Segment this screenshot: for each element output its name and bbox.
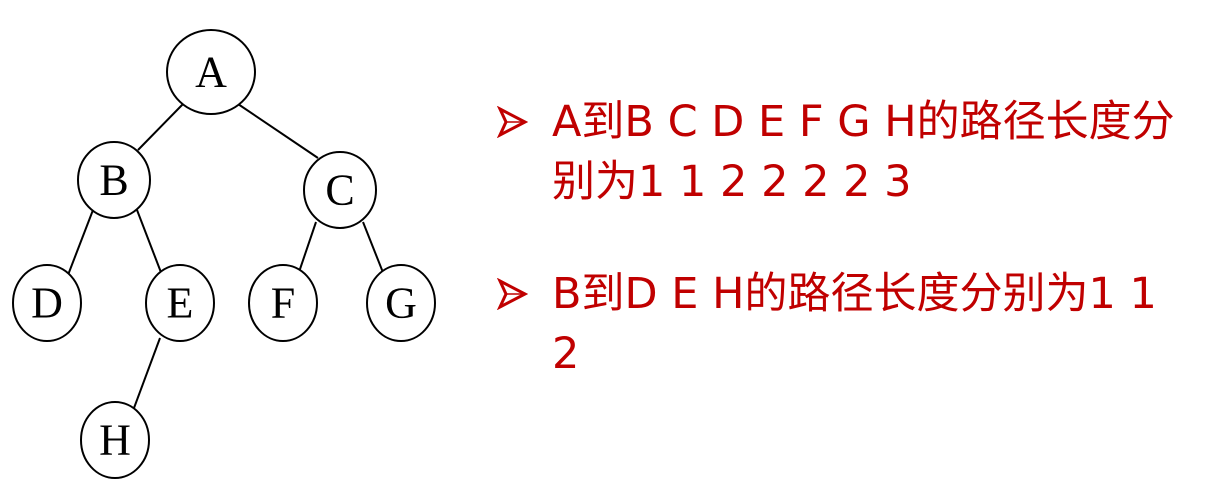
tree-node-C: C: [303, 151, 377, 229]
edge-B-D: [67, 209, 94, 276]
edge-A-C: [237, 103, 319, 159]
node-label-B: B: [99, 156, 128, 205]
arrowhead-bullet-icon: [496, 92, 552, 152]
tree-node-A: A: [166, 29, 256, 115]
edge-E-H: [133, 337, 161, 409]
edge-B-E: [136, 209, 163, 276]
edge-C-F: [297, 221, 317, 276]
node-label-F: F: [271, 279, 295, 328]
tree-node-H: H: [80, 401, 150, 479]
tree-node-G: G: [366, 264, 436, 342]
bullet-item-b-paths: B到D E H的路径长度分别为1 1 2: [496, 264, 1196, 384]
node-label-D: D: [31, 279, 63, 328]
node-label-H: H: [99, 416, 131, 465]
tree-node-D: D: [12, 264, 82, 342]
edge-C-G: [362, 221, 385, 276]
node-label-E: E: [167, 279, 194, 328]
edge-A-B: [137, 103, 184, 151]
bullet-item-a-paths: A到B C D E F G H的路径长度分别为1 1 2 2 2 2 3: [496, 92, 1196, 212]
tree-node-F: F: [248, 264, 318, 342]
node-label-A: A: [195, 48, 227, 97]
arrowhead-bullet-icon: [496, 264, 552, 324]
node-label-G: G: [385, 279, 417, 328]
tree-node-E: E: [145, 264, 215, 342]
bullet-list: A到B C D E F G H的路径长度分别为1 1 2 2 2 2 3 B到D…: [496, 92, 1196, 436]
binary-tree-diagram: A B C D E F G H: [12, 29, 436, 479]
bullet-text-a-paths: A到B C D E F G H的路径长度分别为1 1 2 2 2 2 3: [552, 97, 1175, 207]
tree-node-B: B: [77, 141, 151, 219]
bullet-text-b-paths: B到D E H的路径长度分别为1 1 2: [552, 269, 1157, 379]
node-label-C: C: [325, 166, 354, 215]
